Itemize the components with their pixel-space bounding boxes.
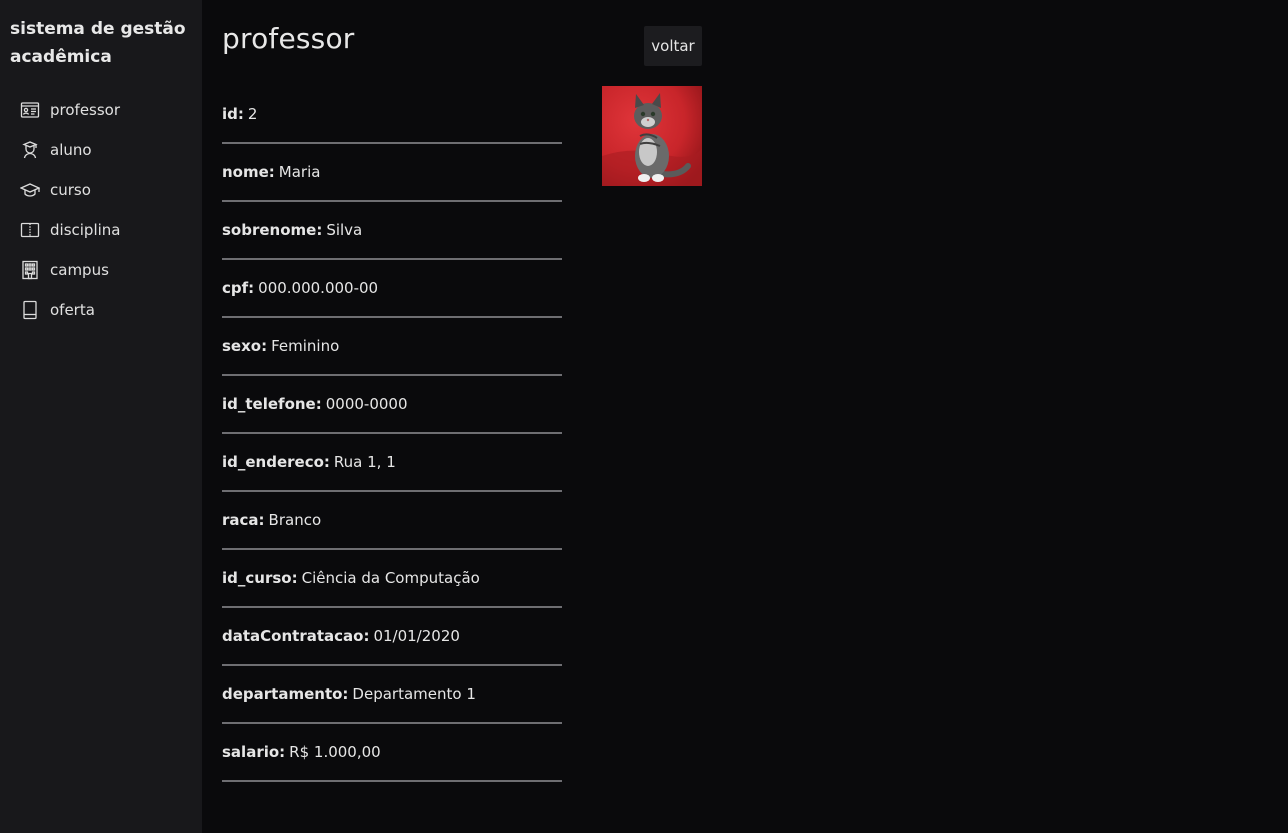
sidebar-nav: professor aluno curso disciplina campus … (0, 90, 202, 330)
field-value: Rua 1, 1 (333, 453, 396, 471)
field-value: 000.000.000-00 (258, 279, 379, 297)
sidebar-item-campus[interactable]: campus (0, 250, 202, 290)
kitten-image (602, 86, 702, 186)
sidebar-item-oferta[interactable]: oferta (0, 290, 202, 330)
page-title: professor (222, 22, 355, 55)
field-value: R$ 1.000,00 (289, 743, 381, 761)
field-label: dataContratacao: (222, 627, 370, 645)
field-id-curso: id_curso: Ciência da Computação (222, 550, 562, 608)
field-value: Silva (326, 221, 363, 239)
field-value: 2 (247, 105, 258, 123)
back-button[interactable]: voltar (644, 26, 702, 66)
field-label: id_telefone: (222, 395, 322, 413)
field-sobrenome: sobrenome: Silva (222, 202, 562, 260)
field-label: id_endereco: (222, 453, 330, 471)
sidebar: sistema de gestão acadêmica professor al… (0, 0, 202, 833)
sidebar-item-aluno[interactable]: aluno (0, 130, 202, 170)
sidebar-item-label: professor (50, 101, 121, 119)
field-id-endereco: id_endereco: Rua 1, 1 (222, 434, 562, 492)
field-label: id: (222, 105, 244, 123)
field-value: 01/01/2020 (373, 627, 460, 645)
field-label: departamento: (222, 685, 349, 703)
field-data-contratacao: dataContratacao: 01/01/2020 (222, 608, 562, 666)
field-id: id: 2 (222, 86, 562, 144)
graduation-cap-icon (20, 180, 40, 200)
field-value: 0000-0000 (325, 395, 408, 413)
field-salario: salario: R$ 1.000,00 (222, 724, 562, 782)
student-icon (20, 140, 40, 160)
field-label: id_curso: (222, 569, 298, 587)
id-card-icon (20, 100, 40, 120)
sidebar-item-disciplina[interactable]: disciplina (0, 210, 202, 250)
field-cpf: cpf: 000.000.000-00 (222, 260, 562, 318)
sidebar-item-curso[interactable]: curso (0, 170, 202, 210)
field-label: sexo: (222, 337, 268, 355)
field-value: Departamento 1 (352, 685, 476, 703)
profile-photo (602, 86, 702, 186)
sidebar-item-label: curso (50, 181, 91, 199)
building-icon (20, 260, 40, 280)
record-details: id: 2 nome: Maria sobrenome: Silva cpf: … (222, 86, 562, 782)
field-value: Ciência da Computação (301, 569, 480, 587)
open-book-icon (20, 220, 40, 240)
field-label: salario: (222, 743, 286, 761)
field-sexo: sexo: Feminino (222, 318, 562, 376)
book-icon (20, 300, 40, 320)
field-label: nome: (222, 163, 275, 181)
app-title: sistema de gestão acadêmica (10, 19, 186, 67)
field-value: Feminino (271, 337, 340, 355)
field-departamento: departamento: Departamento 1 (222, 666, 562, 724)
sidebar-item-professor[interactable]: professor (0, 90, 202, 130)
field-label: raca: (222, 511, 265, 529)
field-value: Branco (268, 511, 322, 529)
field-raca: raca: Branco (222, 492, 562, 550)
sidebar-item-label: campus (50, 261, 109, 279)
field-id-telefone: id_telefone: 0000-0000 (222, 376, 562, 434)
sidebar-item-label: oferta (50, 301, 95, 319)
field-value: Maria (278, 163, 321, 181)
field-label: sobrenome: (222, 221, 323, 239)
field-nome: nome: Maria (222, 144, 562, 202)
sidebar-item-label: disciplina (50, 221, 121, 239)
field-label: cpf: (222, 279, 255, 297)
sidebar-item-label: aluno (50, 141, 92, 159)
